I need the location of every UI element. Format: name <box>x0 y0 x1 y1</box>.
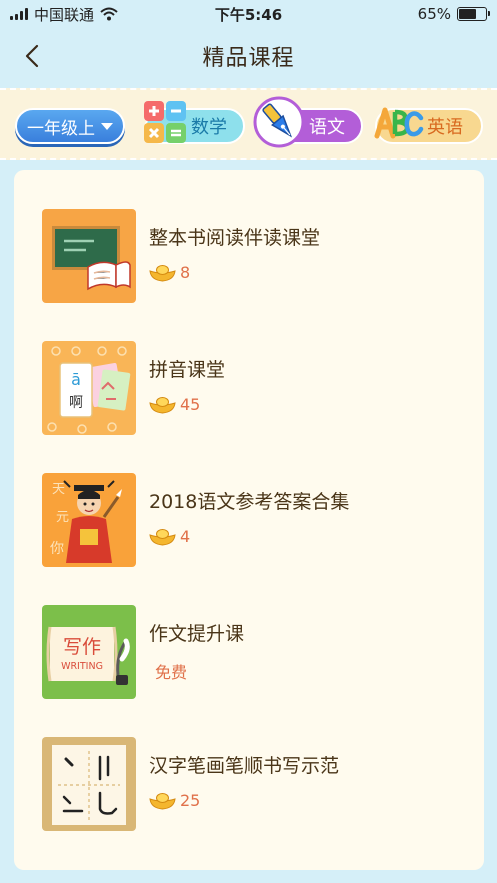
course-item[interactable]: ā 啊 拼音课堂 45 <box>42 341 462 435</box>
back-button[interactable] <box>14 38 50 74</box>
page-title: 精品课程 <box>202 46 295 71</box>
gold-ingot-icon <box>149 264 176 282</box>
tab-math[interactable]: 数学 <box>144 101 245 144</box>
tab-chinese[interactable]: 语文 <box>253 96 363 148</box>
gold-ingot-icon <box>149 396 176 414</box>
math-symbols-icon <box>144 101 186 143</box>
course-price: 4 <box>149 527 190 546</box>
pinyin-char: 啊 <box>69 395 83 411</box>
course-item[interactable]: 天 元 你 2018语文参考答案合集 4 <box>42 473 462 567</box>
tab-english[interactable]: 英语 <box>374 107 483 144</box>
course-thumbnail <box>42 209 136 303</box>
gold-ingot-icon <box>149 528 176 546</box>
course-title: 整本书阅读伴读课堂 <box>149 227 321 249</box>
course-price: 8 <box>149 263 190 282</box>
writing-en: WRITING <box>61 661 103 672</box>
scholar-char: 元 <box>56 510 69 525</box>
course-thumbnail <box>42 737 136 831</box>
course-item[interactable]: 整本书阅读伴读课堂 8 <box>42 209 462 303</box>
grade-select[interactable]: 一年级上 <box>15 108 125 144</box>
grade-label: 一年级上 <box>27 118 95 139</box>
course-title: 汉字笔画笔顺书写示范 <box>149 755 340 777</box>
price-value: 4 <box>180 527 191 546</box>
course-list: 整本书阅读伴读课堂 8 ā 啊 拼音课堂 45 天 元 你 2018语文参考答案… <box>14 170 484 870</box>
battery-icon <box>457 7 490 21</box>
battery-percent: 65% <box>417 5 451 23</box>
blackboard-book-icon <box>42 209 136 303</box>
price-value: 45 <box>180 395 201 414</box>
subject-bar: 一年级上 数学 语文 英语 <box>0 88 497 160</box>
nav-bar: 精品课程 <box>0 28 497 84</box>
pinyin-letter: ā <box>71 370 81 389</box>
course-price: 免费 <box>155 659 187 683</box>
course-price: 45 <box>149 395 200 414</box>
chevron-left-icon <box>25 44 39 68</box>
course-item[interactable]: 写作 WRITING 作文提升课 免费 <box>42 605 462 699</box>
course-thumbnail: ā 啊 <box>42 341 136 435</box>
gold-ingot-icon <box>149 792 176 810</box>
scholar-char: 天 <box>52 482 65 497</box>
scholar-char: 你 <box>50 541 64 557</box>
signal-icon <box>10 8 28 20</box>
dropdown-arrow-icon <box>101 122 113 130</box>
course-item[interactable]: 汉字笔画笔顺书写示范 25 <box>42 737 462 831</box>
tab-english-label: 英语 <box>427 117 463 138</box>
price-value: 8 <box>180 263 191 282</box>
status-bar: 中国联通 下午5:46 65% <box>0 0 497 28</box>
tab-chinese-label: 语文 <box>309 117 345 138</box>
scholar-icon: 天 元 你 <box>42 473 136 567</box>
status-right: 65% <box>417 5 490 23</box>
course-title: 2018语文参考答案合集 <box>149 491 350 513</box>
character-grid-icon <box>42 737 136 831</box>
carrier-name: 中国联通 <box>34 5 95 24</box>
course-thumbnail: 写作 WRITING <box>42 605 136 699</box>
battery-level <box>459 9 476 19</box>
writing-chars: 写作 <box>63 636 101 658</box>
writing-scroll-icon: 写作 WRITING <box>42 605 136 699</box>
course-thumbnail: 天 元 你 <box>42 473 136 567</box>
wifi-icon <box>100 7 118 21</box>
course-title: 拼音课堂 <box>149 359 226 381</box>
price-value: 免费 <box>155 663 188 682</box>
course-title: 作文提升课 <box>149 623 245 645</box>
price-value: 25 <box>180 791 201 810</box>
pinyin-cards-icon: ā 啊 <box>42 341 136 435</box>
tab-math-label: 数学 <box>191 117 227 138</box>
abc-letters-icon <box>374 107 424 139</box>
course-price: 25 <box>149 791 200 810</box>
fountain-pen-icon <box>253 96 305 148</box>
status-left: 中国联通 <box>10 4 118 25</box>
